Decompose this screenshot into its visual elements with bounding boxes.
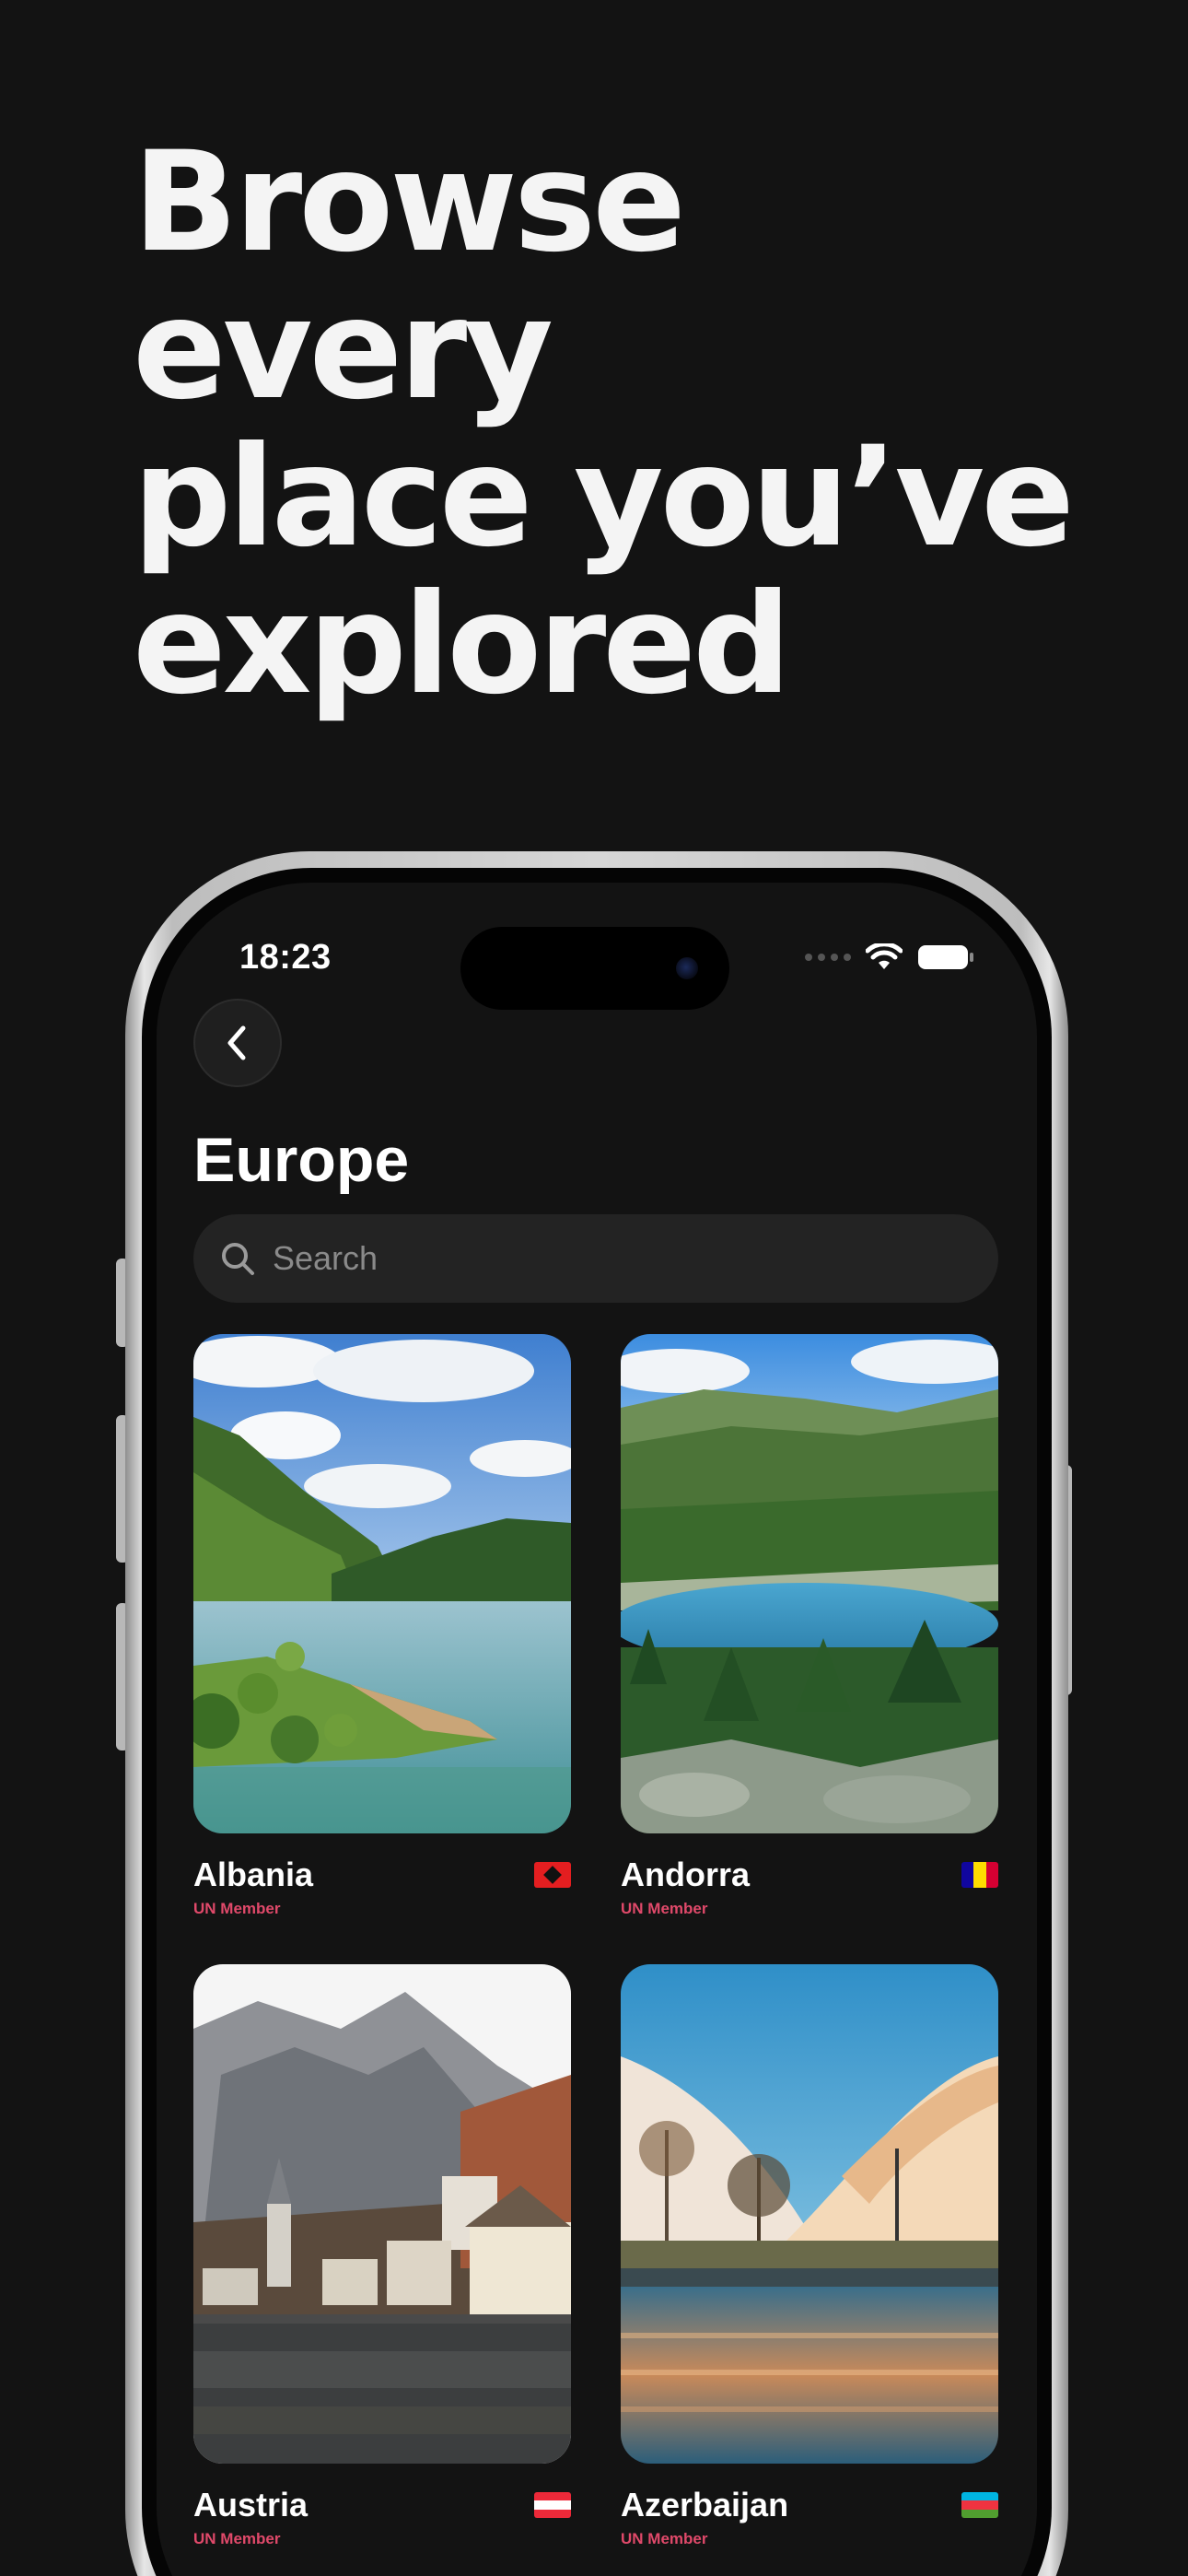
country-name: Austria bbox=[193, 2486, 309, 2523]
page-title: Europe bbox=[193, 1125, 410, 1195]
country-name: Andorra bbox=[621, 1856, 751, 1893]
country-status: UN Member bbox=[621, 1900, 708, 1917]
country-status: UN Member bbox=[621, 2530, 708, 2547]
country-status: UN Member bbox=[193, 2530, 281, 2547]
country-card-azerbaijan[interactable]: Azerbaijan UN Member bbox=[621, 1964, 998, 2548]
dynamic-island bbox=[460, 927, 729, 1010]
phone-frame: 18:23 Europe Search Albania UN Member An… bbox=[125, 851, 1068, 2576]
search-icon bbox=[222, 1243, 254, 1275]
flag-albania-icon bbox=[534, 1862, 571, 1888]
country-card-albania[interactable]: Albania UN Member bbox=[193, 1334, 571, 1918]
country-photo bbox=[193, 1964, 571, 2464]
status-icons bbox=[805, 943, 974, 971]
country-photo bbox=[193, 1334, 571, 1833]
phone-screen: 18:23 Europe Search Albania UN Member An… bbox=[157, 883, 1037, 2576]
back-button[interactable] bbox=[193, 999, 282, 1087]
headline-line-1: Browse every bbox=[133, 123, 686, 430]
camera-icon bbox=[676, 957, 698, 979]
country-photo bbox=[621, 1334, 998, 1833]
search-input[interactable] bbox=[273, 1239, 917, 1278]
country-card-andorra[interactable]: Andorra UN Member bbox=[621, 1334, 998, 1918]
status-time: 18:23 bbox=[239, 938, 332, 977]
flag-azerbaijan-icon bbox=[961, 2492, 998, 2518]
headline-line-2: place you’ve bbox=[133, 417, 1075, 578]
battery-icon bbox=[918, 945, 973, 969]
signal-icon bbox=[805, 954, 851, 961]
country-card-austria[interactable]: Austria UN Member bbox=[193, 1964, 571, 2548]
flag-andorra-icon bbox=[961, 1862, 998, 1888]
headline-line-3: explored bbox=[133, 565, 791, 725]
country-name: Azerbaijan bbox=[621, 2486, 789, 2523]
wifi-icon bbox=[866, 943, 903, 969]
country-status: UN Member bbox=[193, 1900, 281, 1917]
chevron-left-icon bbox=[227, 1025, 246, 1060]
country-name: Albania bbox=[193, 1856, 314, 1893]
flag-austria-icon bbox=[534, 2492, 571, 2518]
headline: Browse every place you’ve explored bbox=[133, 129, 1109, 719]
country-photo bbox=[621, 1964, 998, 2464]
search-bar[interactable] bbox=[193, 1214, 998, 1303]
